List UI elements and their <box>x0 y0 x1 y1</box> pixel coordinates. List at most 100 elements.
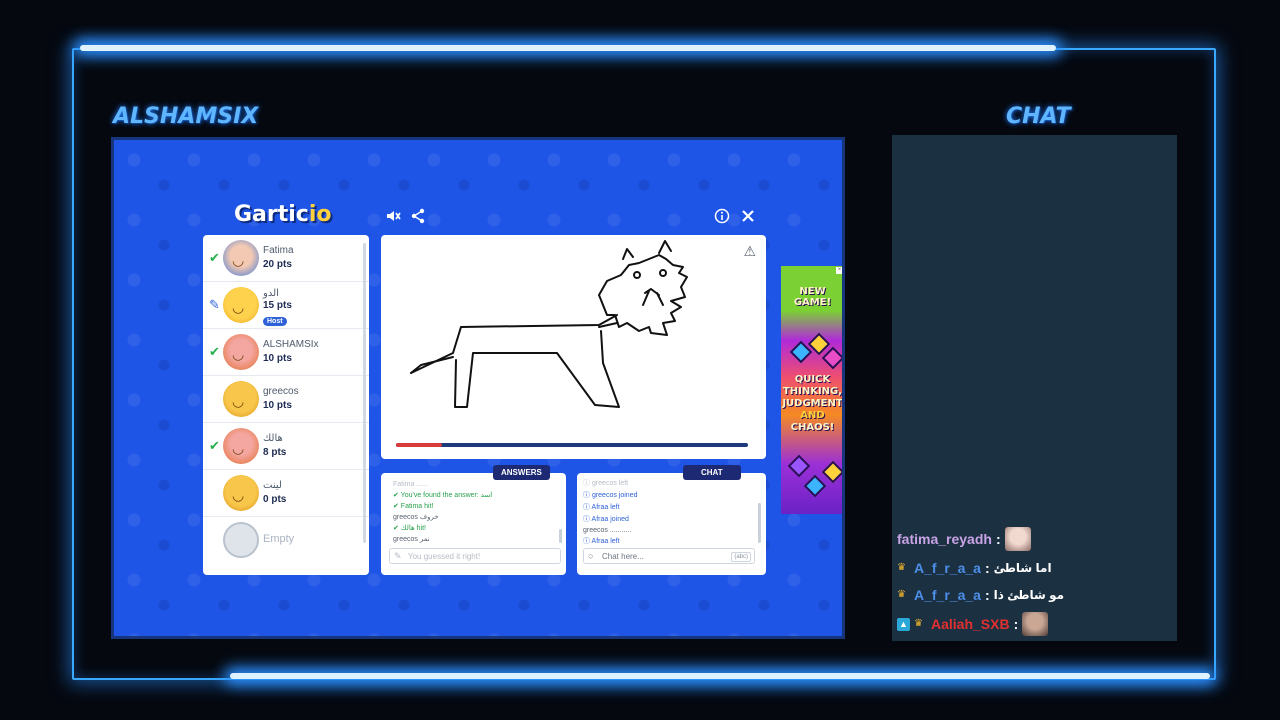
crown-badge-icon: ♛ <box>914 618 923 629</box>
chat-message: ⓘ Afraa joined <box>583 516 629 523</box>
avatar: ◡ <box>223 381 259 417</box>
chat-colon: : <box>1013 616 1019 632</box>
player-name: لينت <box>263 480 282 491</box>
gem-icon <box>821 460 842 484</box>
chat-message: ⓘ Afraa left <box>583 538 620 545</box>
answers-panel: ANSWERS Fatima ...... ✔ You've found the… <box>381 465 566 575</box>
answer-message: ✔ Fatima hit! <box>393 503 434 510</box>
answers-tab[interactable]: ANSWERS <box>493 465 550 480</box>
player-points: 8 pts <box>263 447 287 458</box>
chat-placeholder: Chat here... <box>602 552 644 561</box>
chat-scrollbar[interactable] <box>758 503 761 543</box>
player-name: ALSHAMSIx <box>263 339 319 350</box>
chat-username[interactable]: A_f_r_a_a <box>914 560 981 576</box>
answer-message: Fatima ...... <box>393 481 429 488</box>
player-points: 15 pts <box>263 300 292 311</box>
game-window: Garticio ✔ ◡ Fatima 20 pts ✎ ◡ الدو 15 p… <box>111 137 845 639</box>
player-points: 10 pts <box>263 400 292 411</box>
stream-chat-line: fatima_reyadh : <box>897 527 1031 551</box>
stream-chat-line: ♛ A_f_r_a_a : اما شاطئ <box>897 556 1052 580</box>
logo-main: Gartic <box>234 202 309 227</box>
mute-icon[interactable] <box>384 208 402 226</box>
answer-message: greecos نمر <box>393 536 430 543</box>
player-name: Fatima <box>263 245 294 256</box>
chat-input[interactable]: ○ Chat here... (abc) <box>583 548 755 564</box>
player-row[interactable]: ✎ ◡ الدو 15 pts Host <box>203 282 369 329</box>
neon-bar-bottom <box>230 673 1210 679</box>
chat-colon: : <box>984 560 990 576</box>
player-row[interactable]: ◡ greecos 10 pts <box>203 376 369 423</box>
chat-title: CHAT <box>1006 104 1071 129</box>
chat-username[interactable]: Aaliah_SXB <box>931 616 1010 632</box>
info-icon[interactable] <box>713 208 731 226</box>
chat-colon: : <box>995 531 1001 547</box>
timer-bar <box>396 443 748 447</box>
logo-suffix: io <box>308 202 332 227</box>
share-icon[interactable] <box>409 208 427 226</box>
avatar-face-icon: ◡ <box>232 440 245 456</box>
drawing-canvas[interactable]: ⚠ <box>381 235 766 459</box>
avatar: ◡ <box>223 334 259 370</box>
chat-bubble-icon: ○ <box>588 551 594 561</box>
neon-bar-top <box>80 45 1056 51</box>
players-panel: ✔ ◡ Fatima 20 pts ✎ ◡ الدو 15 pts Host ✔… <box>203 235 369 575</box>
player-name: greecos <box>263 386 299 397</box>
answers-input[interactable]: ✎ You guessed it right! <box>389 548 561 564</box>
answers-input-text: You guessed it right! <box>408 552 481 561</box>
ad-line: CHAOS! <box>790 422 835 433</box>
player-points: 20 pts <box>263 259 292 270</box>
report-warning-icon[interactable]: ⚠ <box>743 243 756 260</box>
player-row[interactable]: ✔ ◡ ALSHAMSIx 10 pts <box>203 329 369 376</box>
avatar-face-icon: ◡ <box>232 393 245 409</box>
answer-message: ✔ هالك hit! <box>393 525 426 532</box>
chat-message: ⓘ Afraa left <box>583 504 620 511</box>
avatar-face-icon: ◡ <box>232 252 245 268</box>
empty-slot: Empty <box>203 517 369 563</box>
avatar: ◡ <box>223 428 259 464</box>
gem-icon <box>803 474 827 498</box>
host-badge: Host <box>263 317 287 326</box>
stream-chat-line: ▲ ♛ Aaliah_SXB : <box>897 612 1049 636</box>
timer-fill <box>396 443 442 447</box>
chat-message-text: مو شاطئ ذا <box>993 588 1065 602</box>
players-scrollbar[interactable] <box>363 243 366 543</box>
ad-line: GAME! <box>793 297 832 308</box>
emote-icon <box>1022 612 1049 636</box>
ad-close-icon[interactable]: × <box>836 267 842 274</box>
crown-badge-icon: ♛ <box>897 562 906 573</box>
player-name: الدو <box>263 288 279 299</box>
streamer-name-title: ALSHAMSIX <box>113 104 259 129</box>
crown-badge-icon: ♛ <box>897 589 906 600</box>
ad-banner[interactable]: × NEW GAME! QUICK THINKING, JUDGMENT AND… <box>781 266 843 514</box>
avatar-face-icon: ◡ <box>232 346 245 362</box>
player-row[interactable]: ◡ لينت 0 pts <box>203 470 369 517</box>
check-icon: ✔ <box>209 344 220 359</box>
gartic-logo: Garticio <box>234 202 332 227</box>
gem-icon <box>821 346 842 370</box>
chat-counter: (abc) <box>731 552 751 562</box>
chat-username[interactable]: A_f_r_a_a <box>914 587 981 603</box>
player-points: 10 pts <box>263 353 292 364</box>
empty-user-icon <box>223 522 259 558</box>
player-row[interactable]: ✔ ◡ هالك 8 pts <box>203 423 369 470</box>
player-points: 0 pts <box>263 494 287 505</box>
chat-tab[interactable]: CHAT <box>683 465 741 480</box>
avatar: ◡ <box>223 240 259 276</box>
chat-message-text: اما شاطئ <box>993 561 1052 575</box>
check-icon: ✔ <box>209 250 220 265</box>
chat-username[interactable]: fatima_reyadh <box>897 531 992 547</box>
player-name: هالك <box>263 433 283 444</box>
chat-colon: : <box>984 587 990 603</box>
player-row[interactable]: ✔ ◡ Fatima 20 pts <box>203 235 369 282</box>
answers-scrollbar[interactable] <box>559 529 562 543</box>
answer-message: greecos خروف <box>393 514 439 521</box>
pencil-icon: ✎ <box>394 551 402 561</box>
check-icon: ✔ <box>209 438 220 453</box>
prime-badge-icon: ▲ <box>897 617 910 631</box>
ad-line: NEW <box>799 286 826 297</box>
close-icon[interactable] <box>739 208 757 226</box>
ad-line: THINKING, <box>782 386 843 397</box>
stream-chat-line: ♛ A_f_r_a_a : مو شاطئ ذا <box>897 583 1064 607</box>
avatar-face-icon: ◡ <box>232 487 245 503</box>
emote-icon <box>1004 527 1031 551</box>
